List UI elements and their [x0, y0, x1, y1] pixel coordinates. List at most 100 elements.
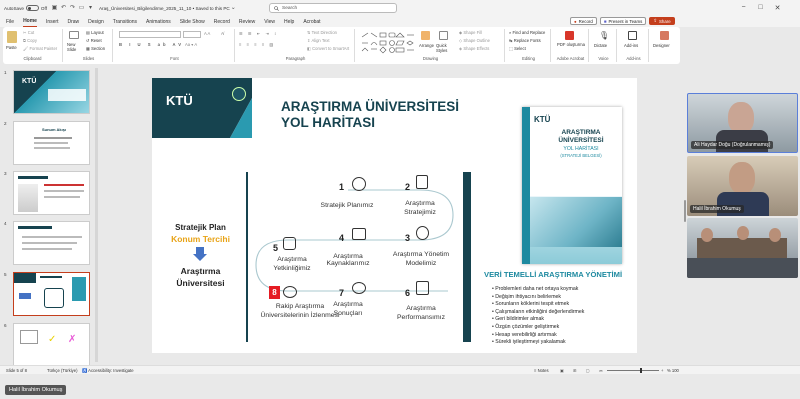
section-button[interactable]: ▦ Section — [86, 46, 105, 51]
slide-thumbnail-1[interactable]: KTÜ — [13, 70, 90, 114]
copy-button[interactable]: ⧉ Copy — [23, 38, 37, 43]
participant-tile-2[interactable]: Halil İbrahim Okumuş — [687, 156, 798, 216]
align-icons[interactable]: ≡ ≡ ≡ ≡ ▥ — [239, 42, 275, 47]
performance-icon — [416, 281, 429, 295]
align-text-button[interactable]: ⇕ Align Text — [307, 38, 330, 43]
quick-styles-button[interactable]: Quick Styles — [436, 43, 454, 53]
new-slide-button[interactable]: New Slide — [67, 42, 83, 52]
clear-format-icon[interactable]: A̸ — [221, 31, 224, 36]
accessibility-status[interactable]: ♿ Accessibility: Investigate — [82, 368, 134, 374]
menu-tab-record[interactable]: Record — [214, 17, 230, 27]
slide-thumbnail-4[interactable] — [13, 221, 90, 265]
convert-smartart-button[interactable]: ◧ Convert to SmartArt — [307, 46, 349, 51]
editing-group: ⌕ Find and Replace ↹ Replace Fonts ⬚ Sel… — [507, 29, 551, 62]
step-2-label: Araştırma Stratejimiz — [404, 200, 436, 216]
menu-tab-view[interactable]: View — [264, 17, 275, 27]
font-name-dropdown[interactable] — [119, 31, 181, 38]
redo-icon[interactable]: ↷ — [69, 5, 76, 12]
slide-thumbnail-6[interactable]: ✓ ✗ — [13, 323, 90, 365]
paste-icon[interactable] — [7, 31, 17, 44]
group-label-font: Font — [170, 56, 179, 61]
participant-tile-1[interactable]: Ali Haydar Doğu (Doğrulanmamış) — [687, 93, 798, 153]
zoom-out-icon[interactable]: − — [600, 368, 602, 373]
menu-tab-review[interactable]: Review — [239, 17, 255, 27]
addins-button[interactable]: Add-ins — [624, 43, 638, 48]
select-button[interactable]: ⬚ Select — [509, 46, 526, 51]
quick-styles-icon[interactable] — [439, 31, 448, 41]
shape-outline-button[interactable]: ◇ Shape Outline — [459, 38, 490, 43]
shape-fill-button[interactable]: ◆ Shape Fill — [459, 30, 482, 35]
language[interactable]: Türkçe (Türkiye) — [47, 368, 77, 373]
menu-tab-draw[interactable]: Draw — [67, 17, 79, 27]
pdf-icon[interactable] — [565, 31, 574, 41]
font-style-icons[interactable]: B I U S ab AV — [119, 42, 184, 47]
search-box[interactable]: Search — [269, 3, 397, 13]
font-size-icons[interactable]: A A — [204, 31, 210, 36]
zoom-thumb[interactable] — [640, 368, 642, 373]
dictate-icon[interactable]: 🎙 — [599, 31, 609, 40]
zoom-slider[interactable] — [607, 370, 659, 371]
filename-chevron-icon[interactable]: ⌄ — [230, 5, 237, 12]
participants-scrollbar[interactable] — [684, 200, 686, 222]
slide-thumbnail-3[interactable] — [13, 171, 90, 215]
thumbnail-scrollbar[interactable] — [95, 68, 98, 362]
arrange-icon[interactable] — [421, 31, 430, 41]
new-slide-icon[interactable] — [69, 31, 79, 40]
slideshow-icon[interactable]: ▭ — [78, 5, 85, 12]
list-icons[interactable]: ☰ ☰ ⇤ ⇥ ↕ — [239, 31, 278, 36]
step-4-number: 4 — [339, 233, 345, 243]
minimize-icon[interactable]: − — [735, 4, 752, 12]
record-button[interactable]: ● Record — [570, 17, 597, 25]
text-direction-button[interactable]: ⇅ Text Direction — [307, 30, 337, 35]
competence-icon — [283, 237, 296, 250]
menu-tab-slide-show[interactable]: Slide Show — [180, 17, 205, 27]
share-button[interactable]: ⇪ Share — [649, 17, 675, 25]
replace-fonts-button[interactable]: ↹ Replace Fonts — [509, 38, 541, 43]
left-line-3: Araştırma — [180, 266, 221, 276]
zoom-in-icon[interactable]: + — [661, 368, 663, 373]
slide-thumbnail-2[interactable]: Sunum Akışı — [13, 121, 90, 165]
menu-tab-animations[interactable]: Animations — [146, 17, 171, 27]
arrange-button[interactable]: Arrange — [419, 43, 434, 48]
slide-title-line2: YOL HARİTASI — [281, 115, 376, 130]
undo-icon[interactable]: ↶ — [60, 5, 67, 12]
find-replace-button[interactable]: ⌕ Find and Replace — [509, 30, 545, 35]
menu-tab-file[interactable]: File — [6, 17, 14, 27]
menu-tab-transitions[interactable]: Transitions — [113, 17, 137, 27]
addins-icon[interactable] — [628, 31, 637, 41]
shapes-gallery[interactable] — [360, 31, 418, 55]
present-in-teams-button[interactable]: ■ Present in Teams — [599, 17, 647, 25]
zoom-level[interactable]: % 100 — [667, 368, 679, 373]
format-painter-button[interactable]: 🖌 Format Painter — [23, 46, 57, 52]
dictate-button[interactable]: Dictate — [594, 43, 607, 48]
layout-button[interactable]: ▤ Layout — [86, 30, 104, 35]
maximize-icon[interactable]: □ — [752, 4, 769, 12]
step-1-label: Stratejik Planımız — [320, 202, 374, 209]
thumb2-title: Sunum Akışı — [42, 127, 67, 132]
autosave-toggle[interactable] — [25, 5, 39, 11]
autosave-state: Off — [40, 5, 47, 11]
participant-tile-3[interactable] — [687, 218, 798, 278]
drawing-group: Arrange Quick Styles ◆ Shape Fill ◇ Shap… — [357, 29, 505, 62]
menu-tab-design[interactable]: Design — [88, 17, 104, 27]
menu-tab-insert[interactable]: Insert — [46, 17, 59, 27]
paste-button[interactable]: Paste — [6, 45, 17, 50]
reset-button[interactable]: ↺ Reset — [86, 38, 102, 43]
customize-qat-icon[interactable]: ▾ — [87, 5, 94, 12]
pdf-create-button[interactable]: PDF oluşturma — [556, 42, 586, 47]
step-3-label: Araştırma Yönetim Modelimiz — [392, 251, 450, 267]
designer-icon[interactable] — [660, 31, 669, 41]
notes-button[interactable]: ≡ Notes — [534, 368, 549, 373]
menu-tab-acrobat[interactable]: Acrobat — [303, 17, 320, 27]
slide-thumbnail-5[interactable] — [13, 272, 90, 316]
cut-button[interactable]: ✂ Cut — [23, 30, 34, 35]
designer-button[interactable]: Designer — [653, 43, 670, 48]
slide-canvas[interactable]: KTÜ ARAŞTIRMA ÜNİVERSİTESİ YOL HARİTASI … — [152, 78, 637, 353]
menu-tab-home[interactable]: Home — [23, 16, 37, 27]
close-icon[interactable]: ✕ — [769, 4, 786, 12]
font-size-dropdown[interactable] — [183, 31, 201, 38]
save-icon[interactable]: ▣ — [51, 5, 58, 12]
font-color-icons[interactable]: Aa ▾ A — [185, 42, 197, 47]
menu-tab-help[interactable]: Help — [284, 17, 294, 27]
shape-effects-button[interactable]: ◈ Shape Effects — [459, 46, 489, 51]
